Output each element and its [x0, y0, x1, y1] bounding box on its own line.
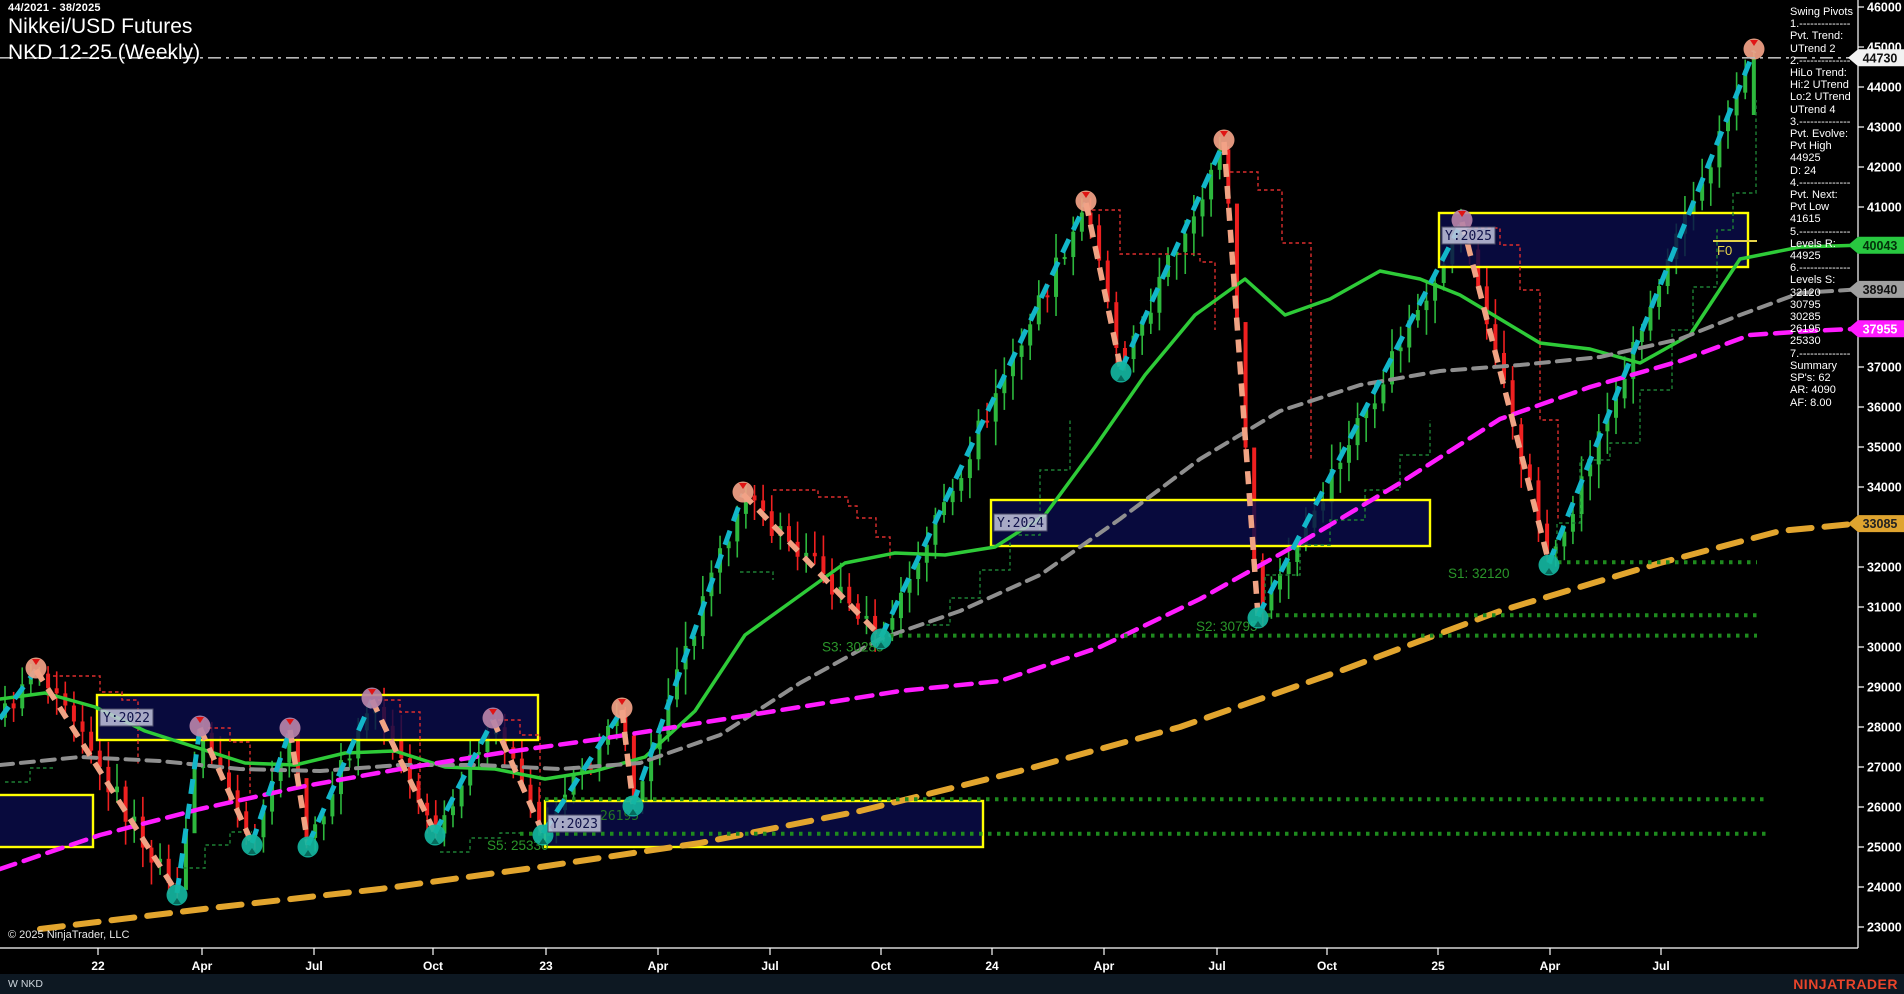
y-axis-label: 41000 — [1867, 201, 1902, 215]
panel-line: 26195 — [1790, 323, 1821, 336]
candlestick-bars — [3, 50, 1756, 902]
panel-line: Levels R: — [1790, 237, 1836, 250]
x-axis-label: 23 — [539, 959, 553, 973]
price-tag-value: 37955 — [1863, 322, 1898, 336]
y-axis-label: 35000 — [1867, 441, 1902, 455]
panel-line: HiLo Trend: — [1790, 67, 1847, 80]
x-axis-label: Jul — [305, 959, 322, 973]
y-axis-label: 32000 — [1867, 561, 1902, 575]
level-label-S1: S1: 32120 — [1448, 566, 1510, 581]
year-box-label: Y:2022 — [103, 711, 150, 726]
x-axis-label: Apr — [1094, 959, 1115, 973]
panel-line: UTrend 2 — [1790, 42, 1836, 55]
x-axis-label: Apr — [1540, 959, 1561, 973]
y-axis-label: 25000 — [1867, 841, 1902, 855]
panel-line: Pvt. Evolve: — [1790, 128, 1849, 141]
y-axis-label: 42000 — [1867, 161, 1902, 175]
panel-line: Levels S: — [1790, 274, 1836, 287]
year-box-label: Y:2024 — [997, 516, 1044, 531]
swing-down-line — [1459, 221, 1552, 564]
panel-line: 1.-------------- — [1790, 18, 1851, 31]
panel-line: 30795 — [1790, 298, 1821, 311]
panel-line: Swing Pivots — [1790, 6, 1853, 18]
swing-down-line — [197, 726, 255, 845]
price-tag-value: 40043 — [1863, 239, 1898, 253]
panel-line: Pvt. Next: — [1790, 189, 1838, 202]
panel-line: 5.-------------- — [1790, 225, 1851, 238]
swing-up-line — [1546, 50, 1757, 564]
x-axis-label: 22 — [91, 959, 105, 973]
panel-line: Summary — [1790, 359, 1838, 372]
x-axis-label: Apr — [192, 959, 213, 973]
panel-line: AR: 4090 — [1790, 384, 1836, 397]
panel-line: Hi:2 UTrend — [1790, 79, 1849, 92]
y-axis-label: 46000 — [1867, 1, 1902, 15]
y-axis-label: 31000 — [1867, 601, 1902, 615]
y-axis-label: 26000 — [1867, 801, 1902, 815]
swing-up-line — [249, 729, 293, 844]
panel-line: SP's: 62 — [1790, 372, 1831, 385]
x-axis-label: Jul — [761, 959, 778, 973]
panel-line: 44925 — [1790, 250, 1821, 263]
x-axis-label: Jul — [1652, 959, 1669, 973]
panel-line: Lo:2 UTrend — [1790, 91, 1851, 104]
panel-line: Pvt. Trend: — [1790, 30, 1844, 43]
swing-up-line — [878, 201, 1089, 639]
y-axis-label: 36000 — [1867, 401, 1902, 415]
y-axis-label: 34000 — [1867, 481, 1902, 495]
swing-up-line — [1118, 140, 1227, 372]
x-axis-label: Oct — [423, 959, 443, 973]
panel-line: 32120 — [1790, 286, 1821, 299]
panel-line: Pvt Low — [1790, 201, 1830, 214]
year-box — [95, 693, 540, 742]
y-axis-label: 30000 — [1867, 641, 1902, 655]
panel-line: UTrend 4 — [1790, 103, 1836, 116]
price-tag-value: 44730 — [1863, 51, 1898, 65]
panel-line: 7.-------------- — [1790, 347, 1851, 360]
x-axis-label: Jul — [1208, 959, 1225, 973]
price-tag-value: 33085 — [1863, 517, 1898, 531]
y-axis-label: 24000 — [1867, 881, 1902, 895]
chart-tab-bar: W NKD NINJATRADER — [0, 974, 1904, 994]
panel-line: 2.-------------- — [1790, 54, 1851, 67]
y-axis-label: 43000 — [1867, 121, 1902, 135]
x-axis-label: Oct — [1317, 959, 1337, 973]
tab-w-nkd[interactable]: W NKD — [8, 978, 43, 990]
panel-line: 3.-------------- — [1790, 115, 1851, 128]
year-box-label: Y:2023 — [551, 817, 598, 832]
copyright-label: © 2025 NinjaTrader, LLC — [8, 929, 130, 941]
x-axis-label: Apr — [648, 959, 669, 973]
swing-pivots-panel: Swing Pivots 1.-------------- Pvt. Trend: U… — [1790, 6, 1860, 409]
panel-line: 6.-------------- — [1790, 262, 1851, 275]
price-chart-canvas[interactable]: S1: 32120S2: 30795S3: 3028526195S5: 2533… — [0, 0, 1904, 994]
panel-line: 30285 — [1790, 311, 1821, 324]
y-axis-label: 27000 — [1867, 761, 1902, 775]
x-axis-label: Oct — [871, 959, 891, 973]
panel-line: AF: 8.00 — [1790, 396, 1832, 409]
swing-zigzag-lines — [0, 50, 1757, 895]
y-axis-label: 28000 — [1867, 721, 1902, 735]
ninjatrader-logo: NINJATRADER — [1793, 976, 1898, 992]
panel-line: 41615 — [1790, 213, 1821, 226]
f0-label: F0 — [1717, 243, 1732, 258]
panel-line: 44925 — [1790, 152, 1821, 165]
year-box-label: Y:2025 — [1445, 229, 1492, 244]
ma-slow — [0, 326, 1858, 872]
x-axis-label: 24 — [985, 959, 999, 973]
y-axis-label: 44000 — [1867, 81, 1902, 95]
panel-line: 25330 — [1790, 335, 1821, 348]
price-tag-value: 38940 — [1863, 283, 1898, 297]
panel-line: 4.-------------- — [1790, 176, 1851, 189]
ninjatrader-chart-window: S1: 32120 S2: 30795 S3: 30285 26195 S5: 2533… — [0, 0, 1904, 994]
y-axis-label: 37000 — [1867, 361, 1902, 375]
x-axis-label: 25 — [1431, 959, 1445, 973]
panel-line: Pvt High — [1790, 140, 1832, 153]
pivot-dots — [25, 38, 1765, 906]
y-axis-label: 29000 — [1867, 681, 1902, 695]
swing-down-line — [741, 492, 883, 639]
panel-line: D: 24 — [1790, 164, 1817, 177]
y-axis-label: 23000 — [1867, 921, 1902, 935]
year-box — [0, 793, 95, 849]
